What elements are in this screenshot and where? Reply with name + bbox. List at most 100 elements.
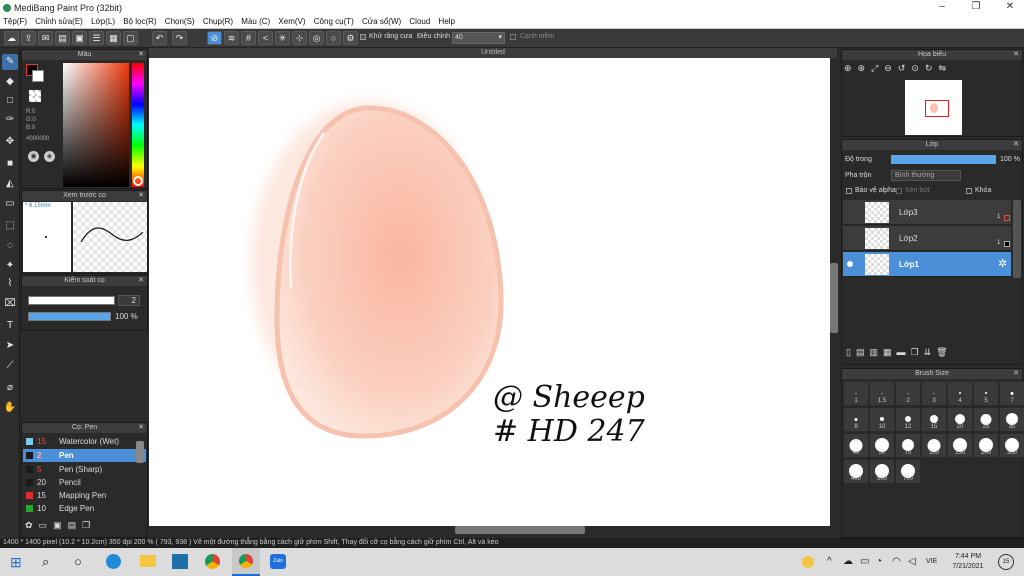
- gradient-tool-icon[interactable]: ▭: [2, 196, 18, 212]
- duplicate-layer-icon[interactable]: ❐: [911, 347, 924, 357]
- menu-cloud[interactable]: Cloud: [406, 16, 433, 27]
- adjust-select[interactable]: 40 ▾: [452, 32, 505, 44]
- network-icon[interactable]: ◔: [876, 556, 882, 567]
- soft-edge-checkbox[interactable]: [510, 34, 516, 40]
- save-icon[interactable]: ▣: [72, 31, 87, 45]
- saturation-value-square[interactable]: [63, 63, 129, 187]
- background-swatch[interactable]: [32, 70, 44, 82]
- zoom-out-icon[interactable]: ⊖: [884, 63, 898, 73]
- bucket-tool-icon[interactable]: ◭: [2, 176, 18, 192]
- magic-wand-tool-icon[interactable]: ✦: [2, 258, 18, 274]
- duplicate-brush-icon[interactable]: ❐: [82, 520, 96, 530]
- color-mix-icon[interactable]: ◈: [44, 151, 55, 162]
- brush-size-cell[interactable]: 5: [973, 381, 999, 406]
- list-icon[interactable]: ☰: [89, 31, 104, 45]
- clipping-checkbox[interactable]: [896, 188, 902, 194]
- lasso-tool-icon[interactable]: ◌: [2, 238, 18, 254]
- add-layer-menu-icon[interactable]: ▦: [883, 347, 897, 357]
- battery-icon[interactable]: ▭: [860, 556, 869, 567]
- search-icon[interactable]: ⌕: [42, 554, 49, 570]
- rotate-left-icon[interactable]: ↺: [898, 63, 912, 73]
- brush-size-cell[interactable]: 1: [843, 381, 869, 406]
- concentric-snap-icon[interactable]: ◎: [309, 31, 324, 45]
- layer-visibility-icon[interactable]: [847, 261, 853, 267]
- close-button[interactable]: ✕: [996, 1, 1024, 15]
- eraser-tool-icon[interactable]: ◆: [2, 74, 18, 90]
- zalo-icon[interactable]: Zalo: [270, 554, 286, 569]
- pen-tool-icon[interactable]: ✑: [2, 112, 18, 128]
- lock-checkbox[interactable]: [966, 188, 972, 194]
- move-tool-icon[interactable]: ✥: [2, 134, 18, 150]
- language-indicator[interactable]: VIE: [926, 558, 937, 565]
- merge-layer-icon[interactable]: ⇊: [924, 347, 937, 357]
- brush-size-cell[interactable]: 300: [999, 433, 1024, 458]
- antialias-checkbox[interactable]: [360, 34, 366, 40]
- menu-snap[interactable]: Chụp(R): [200, 16, 236, 27]
- select-pen-tool-icon[interactable]: ⌇: [2, 276, 18, 292]
- fill-rect-tool-icon[interactable]: ■: [2, 156, 18, 172]
- edge-browser-icon[interactable]: [106, 554, 121, 569]
- hand-tool-icon[interactable]: ✋: [2, 400, 18, 416]
- brush-item-pencil[interactable]: 20 Pencil: [23, 476, 146, 489]
- flip-icon[interactable]: ⇋: [938, 63, 952, 73]
- new-brush-icon[interactable]: ▭: [39, 520, 54, 530]
- hue-handle[interactable]: [133, 176, 143, 186]
- horizontal-scrollbar[interactable]: [149, 526, 830, 534]
- menu-filter[interactable]: Bộ lọc(R): [120, 16, 159, 27]
- brush-size-cell[interactable]: 10: [869, 407, 895, 432]
- brush-tool-icon[interactable]: ✎: [2, 54, 18, 70]
- brush-size-cell[interactable]: 7: [999, 381, 1024, 406]
- close-icon[interactable]: ✕: [1013, 369, 1019, 379]
- menu-window[interactable]: Cửa sổ(W): [359, 16, 404, 27]
- upload-icon[interactable]: ⇪: [21, 31, 36, 45]
- brush-size-cell[interactable]: 500: [869, 459, 895, 484]
- volume-icon[interactable]: ◁: [908, 556, 916, 567]
- brush-size-cell[interactable]: 70: [895, 433, 921, 458]
- wifi-icon[interactable]: ◠: [892, 556, 901, 567]
- comment-icon[interactable]: ✉: [38, 31, 53, 45]
- transparent-swatch[interactable]: [29, 90, 41, 102]
- fit-icon[interactable]: ⤢: [871, 63, 884, 73]
- operation-tool-icon[interactable]: ➤: [2, 338, 18, 354]
- task-view-icon[interactable]: ○: [74, 554, 82, 569]
- layer-scrollbar[interactable]: [1013, 200, 1021, 278]
- brush-size-cell[interactable]: 100: [921, 433, 947, 458]
- vertical-scrollbar[interactable]: [830, 58, 838, 526]
- brush-item-edge-pen[interactable]: 10 Edge Pen: [23, 502, 146, 515]
- dell-app-icon[interactable]: [172, 554, 188, 569]
- medibang-taskbar-button[interactable]: [232, 548, 260, 576]
- frame-icon[interactable]: ▢: [123, 31, 138, 45]
- brush-size-field[interactable]: 2: [118, 295, 140, 306]
- page-icon[interactable]: ▤: [55, 31, 70, 45]
- brush-size-cell[interactable]: 12: [895, 407, 921, 432]
- new-layer-icon[interactable]: ▯: [846, 347, 856, 357]
- minimize-button[interactable]: –: [928, 1, 956, 15]
- brush-list-scrollbar[interactable]: [136, 441, 144, 463]
- menu-edit[interactable]: Chỉnh sửa(E): [32, 16, 86, 27]
- rotate-right-icon[interactable]: ↻: [925, 63, 939, 73]
- cloud-sync-icon[interactable]: ☁: [843, 556, 853, 567]
- brush-size-cell[interactable]: 4: [947, 381, 973, 406]
- windows-start-icon[interactable]: ⊞: [10, 554, 22, 571]
- menu-select[interactable]: Chọn(S): [162, 16, 198, 27]
- close-icon[interactable]: ✕: [138, 50, 144, 60]
- cloud-icon[interactable]: ☁: [4, 31, 19, 45]
- brush-size-cell[interactable]: 2: [895, 381, 921, 406]
- brush-size-cell[interactable]: 15: [921, 407, 947, 432]
- brush-size-cell[interactable]: 700: [895, 459, 921, 484]
- file-explorer-icon[interactable]: [140, 555, 156, 567]
- brush-size-cell[interactable]: 150: [947, 433, 973, 458]
- brush-opacity-slider[interactable]: [28, 312, 111, 321]
- close-icon[interactable]: ✕: [1013, 50, 1019, 60]
- close-icon[interactable]: ✕: [138, 276, 144, 286]
- menu-view[interactable]: Xem(V): [275, 16, 308, 27]
- hue-slider[interactable]: [132, 63, 144, 187]
- cloud-brush-icon[interactable]: ✿: [25, 520, 39, 530]
- reset-rotate-icon[interactable]: ⊙: [911, 63, 925, 73]
- maximize-button[interactable]: ❐: [962, 1, 990, 15]
- brush-item-pen-sharp[interactable]: 5 Pen (Sharp): [23, 463, 146, 476]
- zoom-in-plus-icon[interactable]: ⊕: [858, 63, 872, 73]
- clock[interactable]: 7:44 PM 7/21/2021: [948, 552, 988, 572]
- menu-layer[interactable]: Lớp(L): [88, 16, 118, 27]
- horizontal-scroll-thumb[interactable]: [455, 526, 585, 534]
